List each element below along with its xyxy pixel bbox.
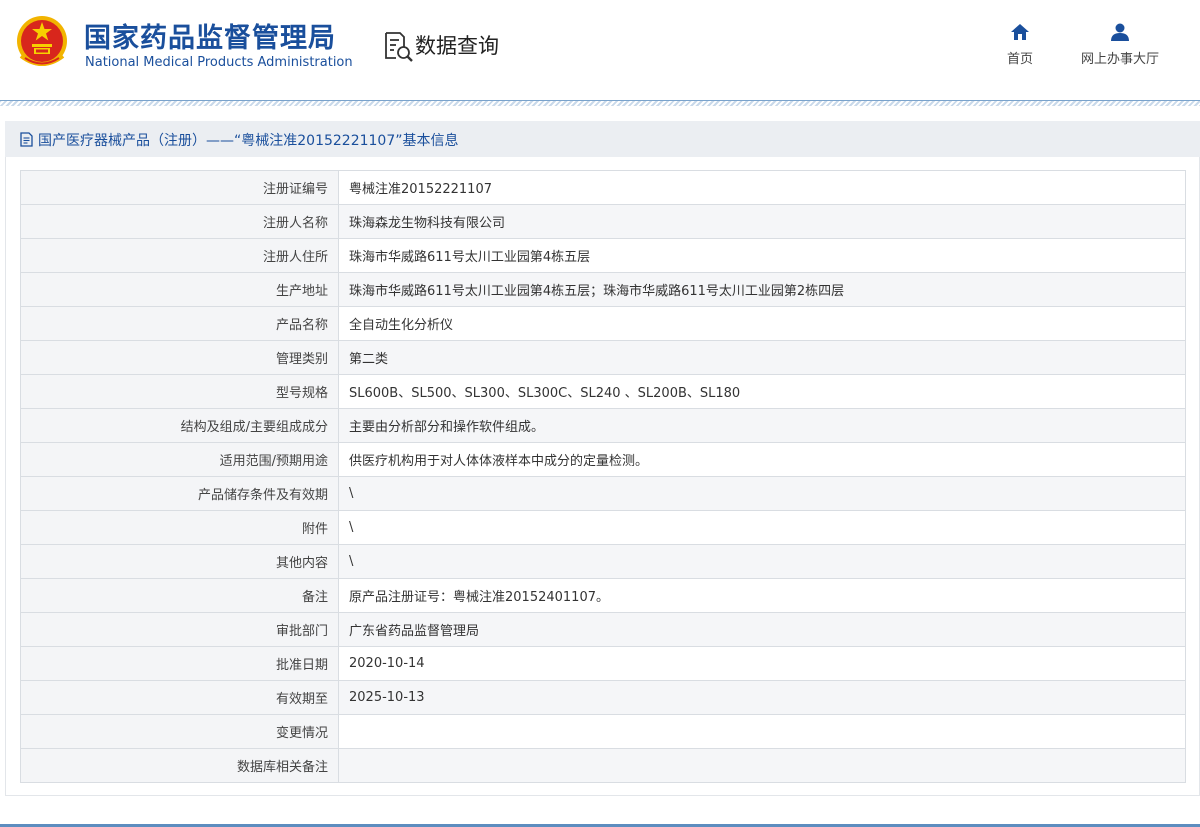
home-icon xyxy=(1011,24,1029,40)
page-title-bar: 国产医疗器械产品（注册）——“粤械注准20152221107”基本信息 xyxy=(5,121,1200,157)
site-header: 国家药品监督管理局 National Medical Products Admi… xyxy=(0,0,1200,100)
table-row: 备注 原产品注册证号：粤械注准20152401107。 xyxy=(20,578,1186,613)
table-row: 注册证编号 粤械注准20152221107 xyxy=(20,170,1186,205)
field-value: 粤械注准20152221107 xyxy=(338,170,1186,205)
field-value: \ xyxy=(338,476,1186,511)
field-value: 2025-10-13 xyxy=(338,680,1186,715)
document-icon xyxy=(20,132,33,147)
field-label: 注册人住所 xyxy=(20,238,339,273)
table-row: 型号规格 SL600B、SL500、SL300、SL300C、SL240 、SL2… xyxy=(20,374,1186,409)
field-label: 生产地址 xyxy=(20,272,339,307)
nav-home-label: 首页 xyxy=(1006,52,1033,67)
field-value: 珠海市华威路611号太川工业园第4栋五层 xyxy=(338,238,1186,273)
field-label: 管理类别 xyxy=(20,340,339,375)
field-value: 全自动生化分析仪 xyxy=(338,306,1186,341)
table-row: 适用范围/预期用途 供医疗机构用于对人体体液样本中成分的定量检测。 xyxy=(20,442,1186,477)
table-row: 其他内容 \ xyxy=(20,544,1186,579)
data-query-icon xyxy=(385,32,413,62)
field-label: 其他内容 xyxy=(20,544,339,579)
field-label: 适用范围/预期用途 xyxy=(20,442,339,477)
field-label: 有效期至 xyxy=(20,680,339,715)
field-label: 备注 xyxy=(20,578,339,613)
field-value: 广东省药品监督管理局 xyxy=(338,612,1186,647)
table-row: 变更情况 xyxy=(20,714,1186,749)
national-emblem-icon xyxy=(17,16,67,66)
field-label: 型号规格 xyxy=(20,374,339,409)
field-label: 批准日期 xyxy=(20,646,339,681)
field-value: 供医疗机构用于对人体体液样本中成分的定量检测。 xyxy=(338,442,1186,477)
user-icon xyxy=(1111,23,1129,41)
table-row: 批准日期 2020-10-14 xyxy=(20,646,1186,681)
field-value: 原产品注册证号：粤械注准20152401107。 xyxy=(338,578,1186,613)
field-label: 注册证编号 xyxy=(20,170,339,205)
brand-name-en: National Medical Products Administration xyxy=(85,55,353,70)
field-value xyxy=(338,714,1186,749)
field-value: 珠海市华威路611号太川工业园第4栋五层；珠海市华威路611号太川工业园第2栋四… xyxy=(338,272,1186,307)
section-title: 数据查询 xyxy=(415,34,499,58)
brand-name-cn: 国家药品监督管理局 xyxy=(84,23,336,54)
field-value: 第二类 xyxy=(338,340,1186,375)
field-label: 附件 xyxy=(20,510,339,545)
nav-home[interactable]: 首页 xyxy=(1000,22,1040,67)
table-row: 管理类别 第二类 xyxy=(20,340,1186,375)
field-label: 结构及组成/主要组成成分 xyxy=(20,408,339,443)
field-label: 变更情况 xyxy=(20,714,339,749)
table-row: 产品储存条件及有效期 \ xyxy=(20,476,1186,511)
table-row: 注册人名称 珠海森龙生物科技有限公司 xyxy=(20,204,1186,239)
field-value: \ xyxy=(338,544,1186,579)
field-label: 产品储存条件及有效期 xyxy=(20,476,339,511)
field-label: 产品名称 xyxy=(20,306,339,341)
detail-table: 注册证编号 粤械注准20152221107 注册人名称 珠海森龙生物科技有限公司 注册人… xyxy=(20,170,1186,783)
field-label: 数据库相关备注 xyxy=(20,748,339,783)
page-title: 国产医疗器械产品（注册）——“粤械注准20152221107”基本信息 xyxy=(38,133,459,149)
table-row: 结构及组成/主要组成成分 主要由分析部分和操作软件组成。 xyxy=(20,408,1186,443)
nav-online-service-hall[interactable]: 网上办事大厅 xyxy=(1072,22,1168,67)
table-row: 附件 \ xyxy=(20,510,1186,545)
table-row: 数据库相关备注 xyxy=(20,748,1186,783)
table-row: 产品名称 全自动生化分析仪 xyxy=(20,306,1186,341)
field-label: 注册人名称 xyxy=(20,204,339,239)
field-value: SL600B、SL500、SL300、SL300C、SL240 、SL200B、… xyxy=(338,374,1186,409)
field-value: 主要由分析部分和操作软件组成。 xyxy=(338,408,1186,443)
field-value xyxy=(338,748,1186,783)
table-row: 注册人住所 珠海市华威路611号太川工业园第4栋五层 xyxy=(20,238,1186,273)
table-row: 审批部门 广东省药品监督管理局 xyxy=(20,612,1186,647)
nav-online-service-hall-label: 网上办事大厅 xyxy=(1080,52,1159,67)
field-value: 珠海森龙生物科技有限公司 xyxy=(338,204,1186,239)
header-divider xyxy=(0,100,1200,106)
table-row: 有效期至 2025-10-13 xyxy=(20,680,1186,715)
field-label: 审批部门 xyxy=(20,612,339,647)
table-row: 生产地址 珠海市华威路611号太川工业园第4栋五层；珠海市华威路611号太川工业园… xyxy=(20,272,1186,307)
field-value: 2020-10-14 xyxy=(338,646,1186,681)
field-value: \ xyxy=(338,510,1186,545)
